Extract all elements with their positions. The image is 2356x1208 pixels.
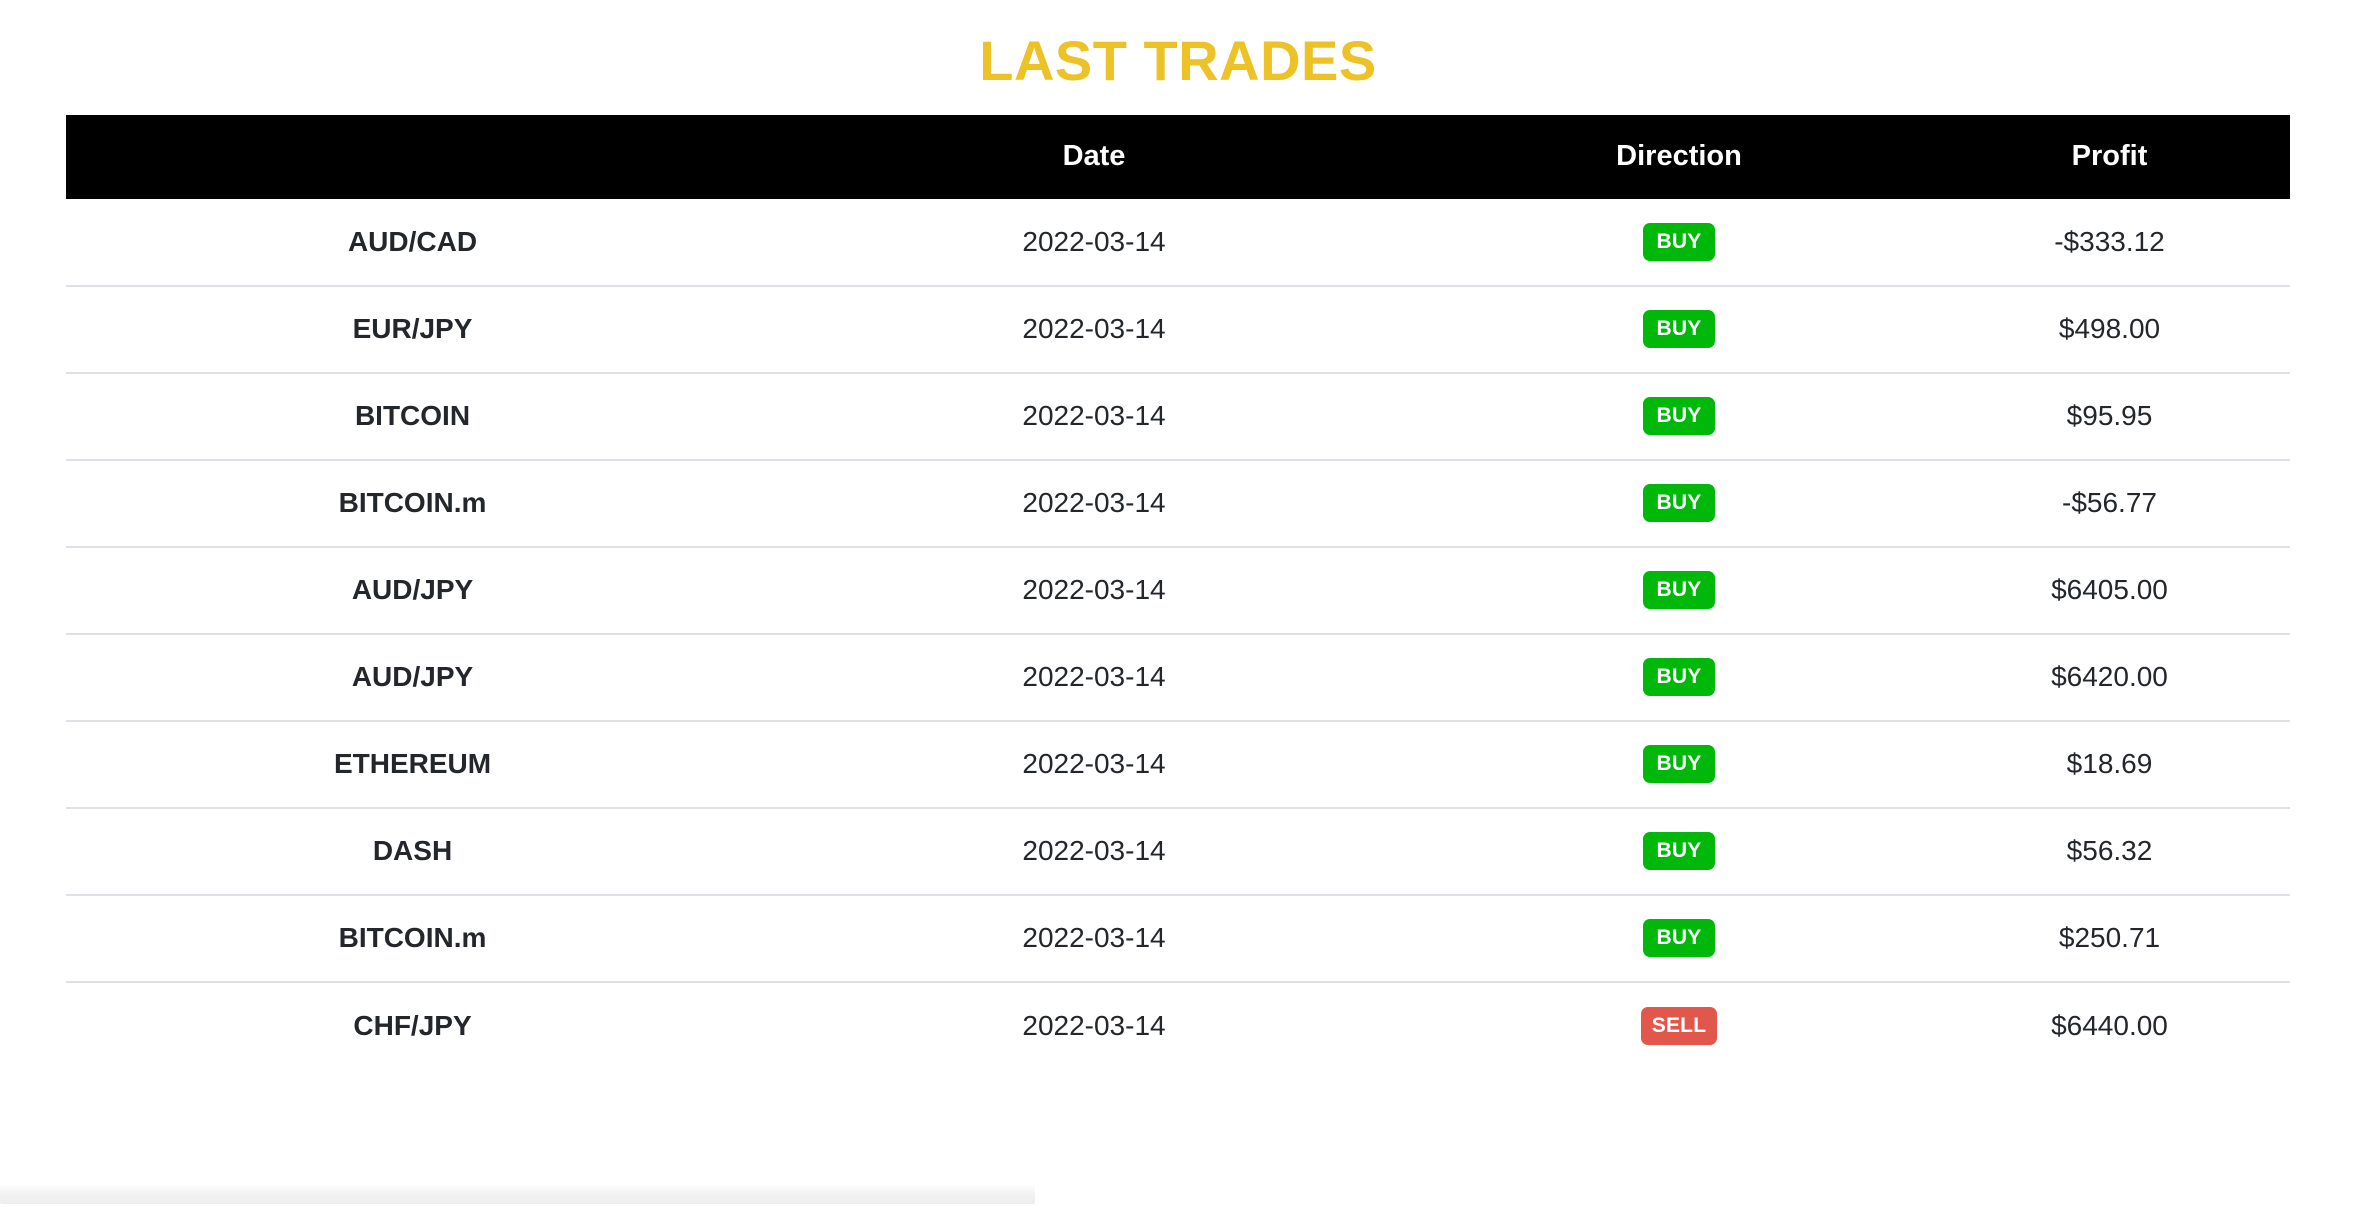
table-row[interactable]: AUD/JPY 2022-03-14 BUY $6405.00 (66, 545, 2290, 634)
cell-direction: BUY (1429, 198, 1929, 286)
cell-symbol: AUD/CAD (66, 198, 759, 286)
table-row[interactable]: EUR/JPY 2022-03-14 BUY $498.00 (66, 284, 2290, 373)
cell-date: 2022-03-14 (759, 719, 1429, 808)
table-row[interactable]: ETHEREUM 2022-03-14 BUY $18.69 (66, 719, 2290, 808)
buy-badge: BUY (1643, 658, 1715, 697)
cell-direction: BUY (1429, 284, 1929, 373)
cell-direction: BUY (1429, 371, 1929, 460)
column-header-symbol[interactable] (66, 114, 759, 199)
cell-profit: $6405.00 (1929, 545, 2290, 634)
column-header-direction[interactable]: Direction (1429, 114, 1929, 199)
buy-badge: BUY (1643, 484, 1715, 523)
cell-profit: $6420.00 (1929, 632, 2290, 721)
cell-profit: $95.95 (1929, 371, 2290, 460)
buy-badge: BUY (1643, 571, 1715, 610)
cell-date: 2022-03-14 (759, 893, 1429, 982)
cell-date: 2022-03-14 (759, 371, 1429, 460)
page-title: LAST TRADES (979, 29, 1377, 92)
buy-badge: BUY (1643, 919, 1715, 958)
cell-date: 2022-03-14 (759, 632, 1429, 721)
cell-symbol: BITCOIN.m (66, 458, 759, 547)
buy-badge: BUY (1643, 310, 1715, 349)
cell-date: 2022-03-14 (759, 980, 1429, 1069)
cell-profit: $498.00 (1929, 284, 2290, 373)
buy-badge: BUY (1643, 222, 1715, 261)
cell-direction: BUY (1429, 545, 1929, 634)
cell-date: 2022-03-14 (759, 284, 1429, 373)
column-header-profit[interactable]: Profit (1929, 114, 2290, 199)
cell-direction: SELL (1429, 980, 1929, 1069)
table-header: Date Direction Profit (66, 114, 2290, 199)
cell-date: 2022-03-14 (759, 806, 1429, 895)
cell-direction: BUY (1429, 893, 1929, 982)
cell-symbol: AUD/JPY (66, 545, 759, 634)
table-body: AUD/CAD 2022-03-14 BUY -$333.12 EUR/JPY 2022-… (66, 198, 2290, 1069)
horizontal-scrollbar-thumb[interactable] (0, 1185, 1035, 1204)
buy-badge: BUY (1643, 832, 1715, 871)
cell-symbol: ETHEREUM (66, 719, 759, 808)
last-trades-table: Date Direction Profit AUD/CAD 2022-03-14 B… (66, 114, 2290, 1069)
cell-symbol: BITCOIN (66, 371, 759, 460)
sell-badge: SELL (1640, 1006, 1718, 1045)
table-row[interactable]: BITCOIN.m 2022-03-14 BUY -$56.77 (66, 458, 2290, 547)
cell-symbol: CHF/JPY (66, 980, 759, 1069)
trades-table-wrapper: Date Direction Profit AUD/CAD 2022-03-14 B… (66, 114, 2290, 1069)
cell-symbol: EUR/JPY (66, 284, 759, 373)
page-root: LAST TRADES Date Direction Profit AUD/CA… (0, 0, 2356, 1208)
table-row[interactable]: AUD/JPY 2022-03-14 BUY $6420.00 (66, 632, 2290, 721)
cell-direction: BUY (1429, 719, 1929, 808)
cell-profit: -$56.77 (1929, 458, 2290, 547)
cell-profit: $18.69 (1929, 719, 2290, 808)
buy-badge: BUY (1643, 745, 1715, 784)
table-row[interactable]: AUD/CAD 2022-03-14 BUY -$333.12 (66, 198, 2290, 286)
cell-date: 2022-03-14 (759, 198, 1429, 286)
cell-symbol: BITCOIN.m (66, 893, 759, 982)
cell-profit: $6440.00 (1929, 980, 2290, 1069)
cell-profit: -$333.12 (1929, 198, 2290, 286)
cell-symbol: AUD/JPY (66, 632, 759, 721)
buy-badge: BUY (1643, 397, 1715, 436)
cell-date: 2022-03-14 (759, 458, 1429, 547)
cell-direction: BUY (1429, 632, 1929, 721)
table-row[interactable]: CHF/JPY 2022-03-14 SELL $6440.00 (66, 980, 2290, 1069)
cell-direction: BUY (1429, 458, 1929, 547)
cell-date: 2022-03-14 (759, 545, 1429, 634)
cell-direction: BUY (1429, 806, 1929, 895)
table-row[interactable]: BITCOIN 2022-03-14 BUY $95.95 (66, 371, 2290, 460)
table-row[interactable]: BITCOIN.m 2022-03-14 BUY $250.71 (66, 893, 2290, 982)
cell-symbol: DASH (66, 806, 759, 895)
cell-profit: $56.32 (1929, 806, 2290, 895)
column-header-date[interactable]: Date (759, 114, 1429, 199)
cell-profit: $250.71 (1929, 893, 2290, 982)
table-row[interactable]: DASH 2022-03-14 BUY $56.32 (66, 806, 2290, 895)
horizontal-scrollbar-track[interactable] (0, 1182, 2356, 1208)
table-header-row: Date Direction Profit (66, 114, 2290, 199)
